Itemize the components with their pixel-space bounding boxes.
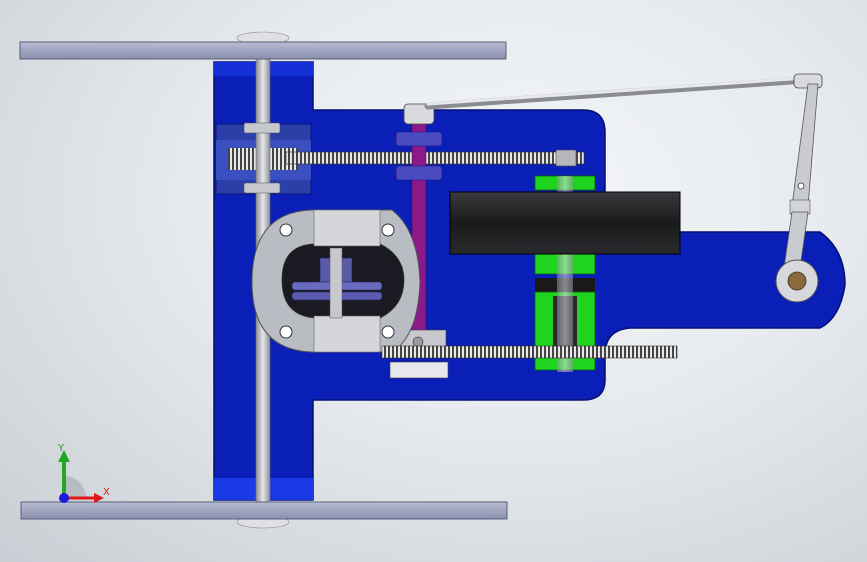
top-link-rod[interactable]: [424, 73, 823, 110]
black-wheel[interactable]: [449, 191, 681, 255]
crank-arm[interactable]: [775, 83, 819, 303]
top-rail[interactable]: [19, 31, 507, 60]
axis-x-label: X: [103, 487, 110, 498]
coordinate-triad: [58, 450, 104, 503]
housing-ring[interactable]: [251, 209, 421, 353]
assembly-drawing[interactable]: [0, 0, 867, 562]
lower-gear-rack[interactable]: [381, 345, 678, 359]
cad-viewport[interactable]: Y X: [0, 0, 867, 562]
upper-gear-rack[interactable]: [285, 149, 585, 167]
axis-y-label: Y: [58, 443, 65, 454]
bottom-rail[interactable]: [20, 501, 508, 529]
